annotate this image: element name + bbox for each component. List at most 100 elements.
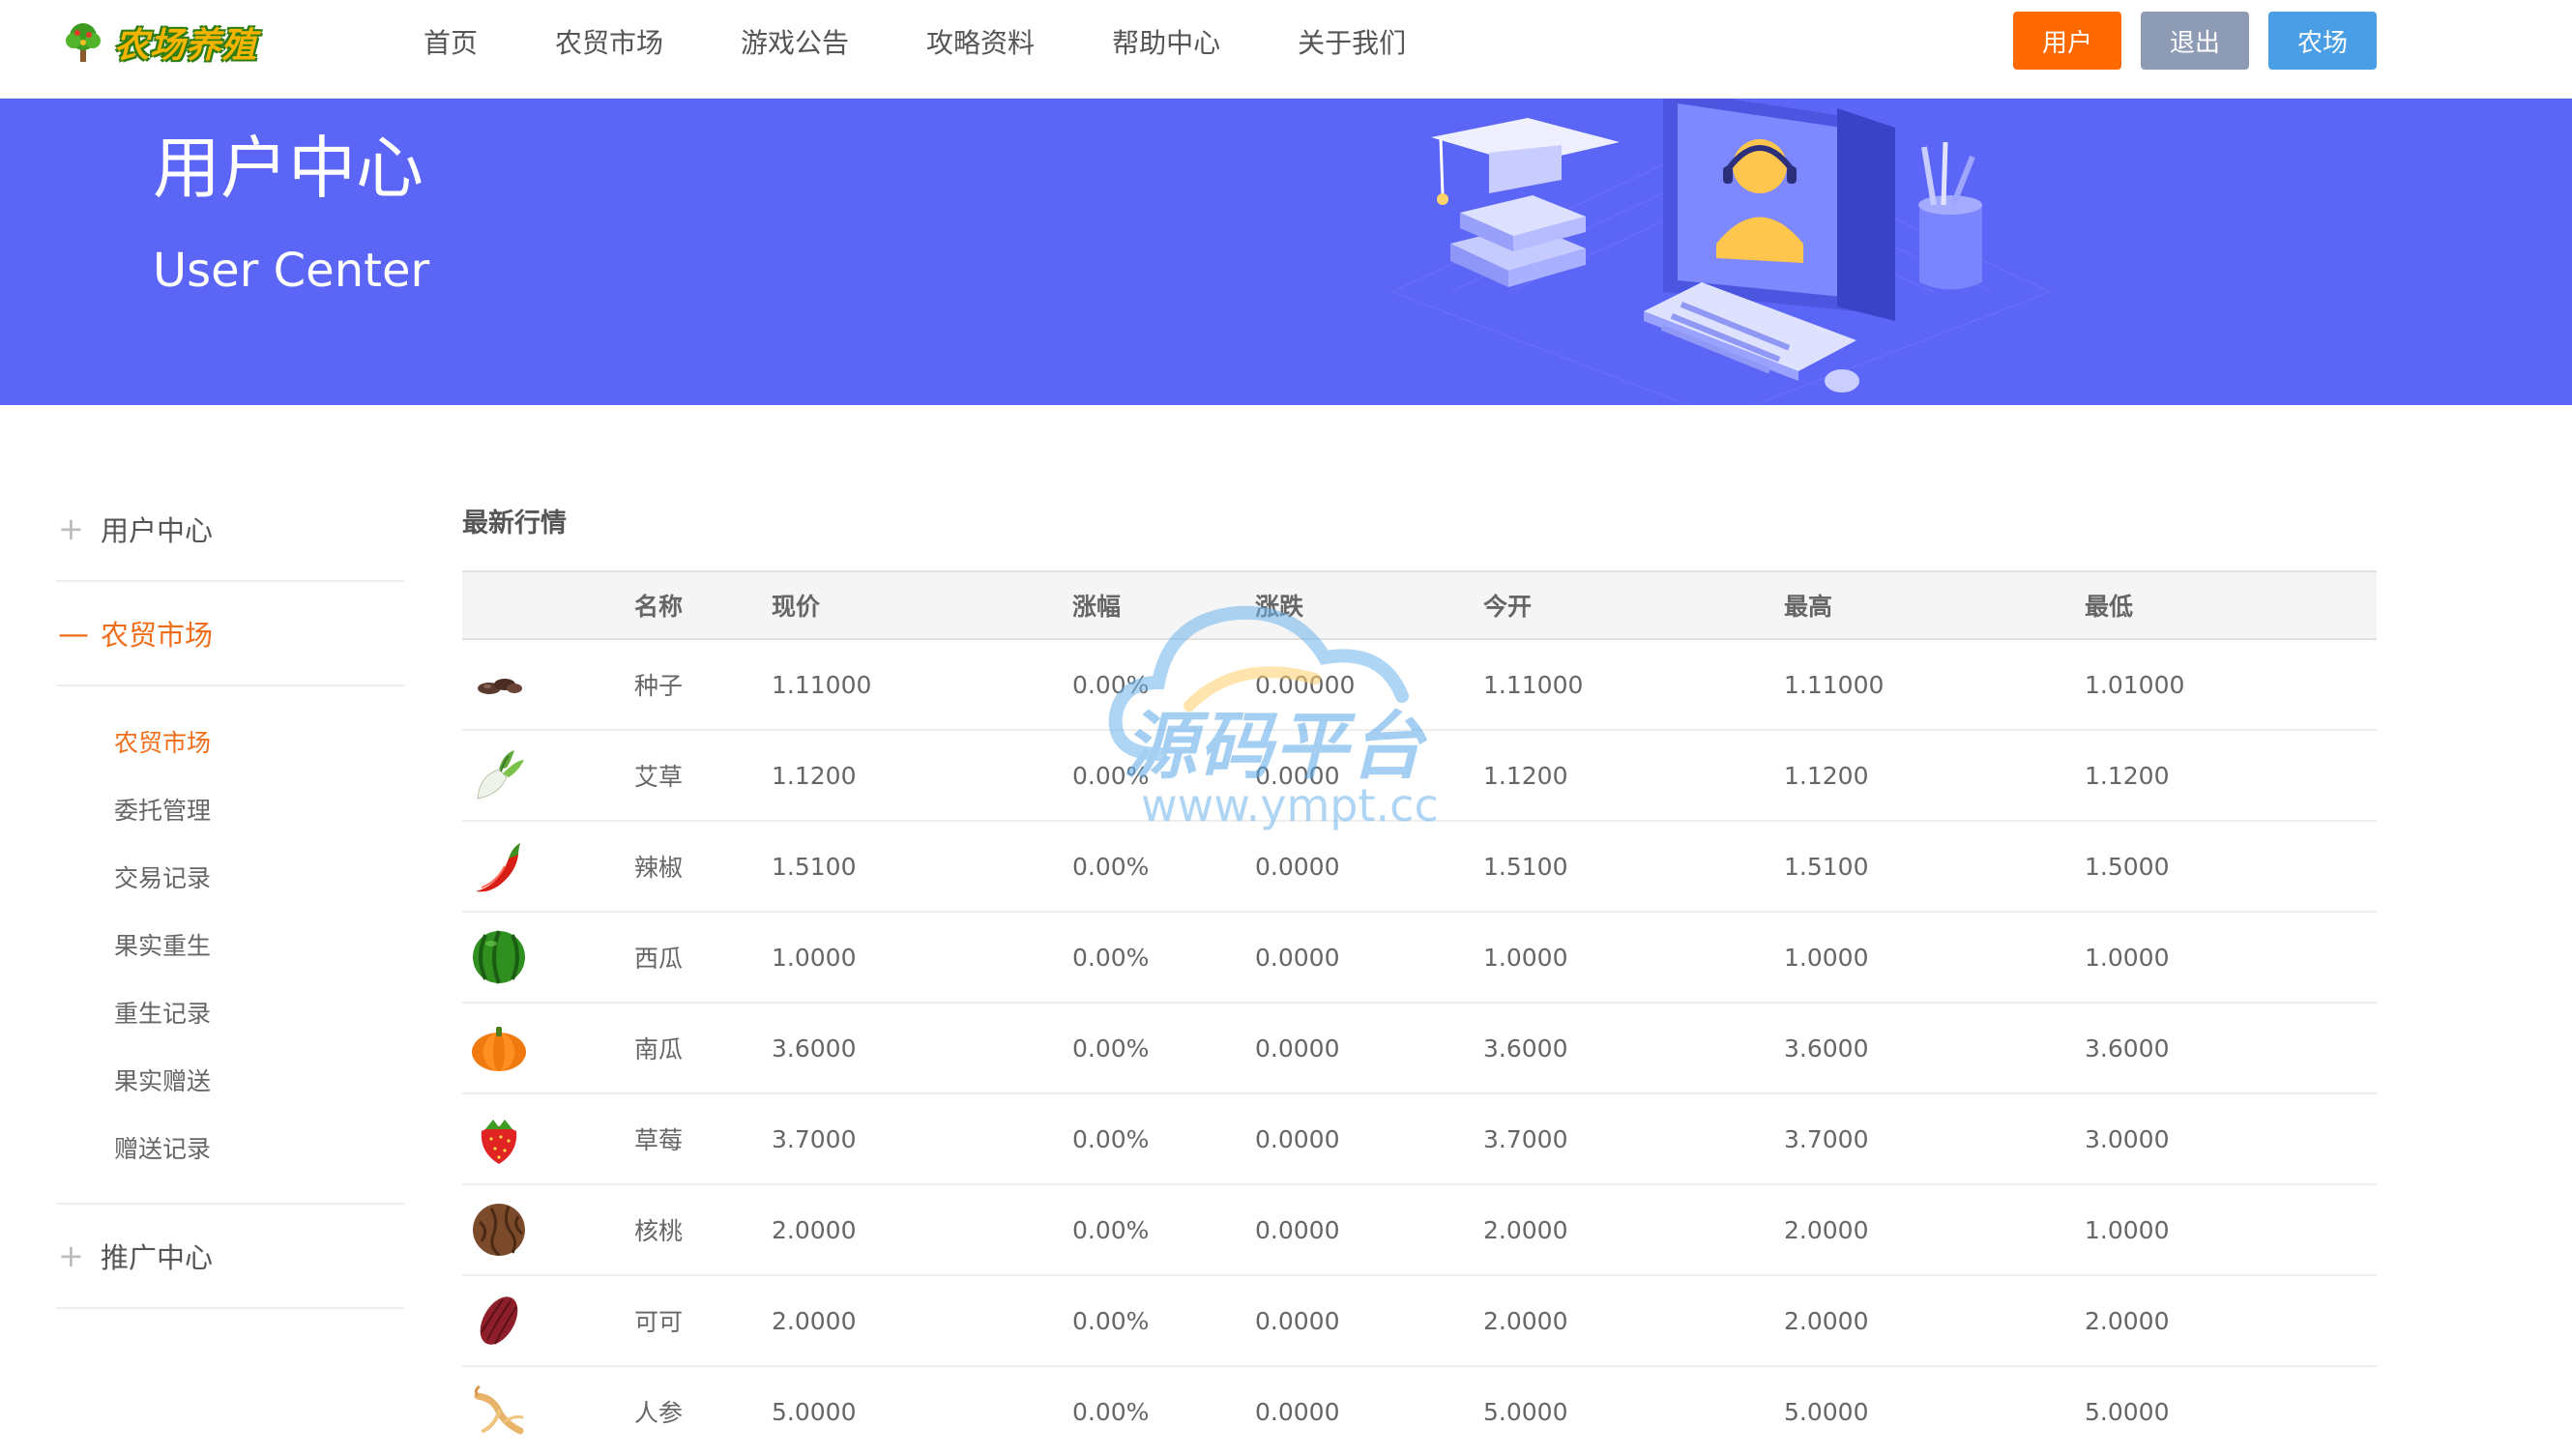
farm-button[interactable]: 农场 bbox=[2268, 12, 2377, 70]
cell-rate: 0.00% bbox=[1072, 639, 1255, 731]
cell-rate: 0.00% bbox=[1072, 1275, 1255, 1367]
chili-icon bbox=[476, 843, 520, 892]
table-row[interactable]: 艾草 1.1200 0.00% 0.0000 1.1200 1.1200 1.1… bbox=[462, 730, 2377, 822]
sidebar-group-user-center[interactable]: + 用户中心 bbox=[56, 478, 404, 582]
cell-low: 1.0000 bbox=[2085, 1184, 2377, 1276]
sidebar: + 用户中心 — 农贸市场 农贸市场 委托管理 交易记录 果实重生 重生记录 果… bbox=[56, 478, 404, 1309]
nav-about[interactable]: 关于我们 bbox=[1298, 22, 1406, 61]
computer-illustration-icon bbox=[1390, 99, 2052, 405]
sidebar-group-promotion[interactable]: + 推广中心 bbox=[56, 1205, 404, 1309]
nav-market[interactable]: 农贸市场 bbox=[555, 22, 663, 61]
sidebar-group-label: 用户中心 bbox=[101, 514, 214, 547]
banner-title: 用户中心 bbox=[153, 129, 424, 208]
col-rate: 涨幅 bbox=[1072, 593, 1122, 621]
cell-price: 3.6000 bbox=[772, 1003, 1072, 1094]
cell-price: 2.0000 bbox=[772, 1184, 1072, 1276]
cell-name: 西瓜 bbox=[634, 912, 772, 1004]
seed-icon bbox=[478, 679, 522, 694]
sidebar-group-label: 农贸市场 bbox=[101, 619, 214, 652]
cell-name: 南瓜 bbox=[634, 1003, 772, 1094]
pumpkin-icon bbox=[472, 1027, 526, 1071]
table-row[interactable]: 南瓜 3.6000 0.00% 0.0000 3.6000 3.6000 3.6… bbox=[462, 1003, 2377, 1094]
table-row[interactable]: 草莓 3.7000 0.00% 0.0000 3.7000 3.7000 3.0… bbox=[462, 1093, 2377, 1185]
cell-rate: 0.00% bbox=[1072, 1366, 1255, 1456]
cell-name: 人参 bbox=[634, 1366, 772, 1456]
cell-low: 1.5000 bbox=[2085, 821, 2377, 913]
top-header: 农场养殖 首页 农贸市场 游戏公告 攻略资料 帮助中心 关于我们 用户 退出 农… bbox=[0, 0, 2572, 99]
cell-low: 1.01000 bbox=[2085, 639, 2377, 731]
cell-price: 3.7000 bbox=[772, 1093, 1072, 1185]
sidebar-item-gift[interactable]: 果实赠送 bbox=[114, 1048, 404, 1116]
cell-rate: 0.00% bbox=[1072, 821, 1255, 913]
col-low: 最低 bbox=[2085, 593, 2134, 621]
col-high: 最高 bbox=[1784, 593, 1833, 621]
expand-icon: + bbox=[58, 1238, 84, 1274]
cell-low: 1.1200 bbox=[2085, 730, 2377, 822]
cell-open: 5.0000 bbox=[1483, 1366, 1784, 1456]
cell-price: 5.0000 bbox=[772, 1366, 1072, 1456]
sidebar-item-market[interactable]: 农贸市场 bbox=[114, 710, 404, 777]
col-open: 今开 bbox=[1483, 593, 1533, 621]
site-logo[interactable]: 农场养殖 bbox=[60, 14, 278, 72]
nav-announcements[interactable]: 游戏公告 bbox=[741, 22, 849, 61]
cell-price: 2.0000 bbox=[772, 1275, 1072, 1367]
col-name: 名称 bbox=[634, 593, 684, 621]
cell-low: 3.6000 bbox=[2085, 1003, 2377, 1094]
col-icon bbox=[462, 571, 634, 639]
expand-icon: + bbox=[58, 510, 84, 547]
nav-help[interactable]: 帮助中心 bbox=[1112, 22, 1220, 61]
cell-rate: 0.00% bbox=[1072, 1003, 1255, 1094]
cell-name: 可可 bbox=[634, 1275, 772, 1367]
sidebar-item-orders[interactable]: 委托管理 bbox=[114, 777, 404, 845]
cell-open: 2.0000 bbox=[1483, 1275, 1784, 1367]
cell-high: 2.0000 bbox=[1784, 1184, 2085, 1276]
watermelon-icon bbox=[473, 930, 525, 984]
table-row[interactable]: 核桃 2.0000 0.00% 0.0000 2.0000 2.0000 1.0… bbox=[462, 1184, 2377, 1276]
table-row[interactable]: 可可 2.0000 0.00% 0.0000 2.0000 2.0000 2.0… bbox=[462, 1275, 2377, 1367]
cell-high: 2.0000 bbox=[1784, 1275, 2085, 1367]
nav-guides[interactable]: 攻略资料 bbox=[926, 22, 1035, 61]
logout-button[interactable]: 退出 bbox=[2141, 12, 2249, 70]
cell-low: 3.0000 bbox=[2085, 1093, 2377, 1185]
page-banner: 用户中心 User Center bbox=[0, 99, 2572, 405]
cell-open: 1.0000 bbox=[1483, 912, 1784, 1004]
cell-open: 3.7000 bbox=[1483, 1093, 1784, 1185]
cell-low: 1.0000 bbox=[2085, 912, 2377, 1004]
cell-name: 草莓 bbox=[634, 1093, 772, 1185]
cell-open: 1.5100 bbox=[1483, 821, 1784, 913]
table-row[interactable]: 辣椒 1.5100 0.00% 0.0000 1.5100 1.5100 1.5… bbox=[462, 821, 2377, 913]
sidebar-item-rebirth-log[interactable]: 重生记录 bbox=[114, 980, 404, 1048]
user-button[interactable]: 用户 bbox=[2013, 12, 2121, 70]
cell-name: 核桃 bbox=[634, 1184, 772, 1276]
cell-low: 2.0000 bbox=[2085, 1275, 2377, 1367]
cell-price: 1.5100 bbox=[772, 821, 1072, 913]
cell-change: 0.0000 bbox=[1255, 1366, 1483, 1456]
table-row[interactable]: 西瓜 1.0000 0.00% 0.0000 1.0000 1.0000 1.0… bbox=[462, 912, 2377, 1004]
tree-icon bbox=[66, 23, 101, 62]
cell-open: 1.1200 bbox=[1483, 730, 1784, 822]
logo-text: 农场养殖 bbox=[114, 26, 258, 66]
sidebar-item-rebirth[interactable]: 果实重生 bbox=[114, 913, 404, 980]
cell-price: 1.0000 bbox=[772, 912, 1072, 1004]
sidebar-item-gift-log[interactable]: 赠送记录 bbox=[114, 1116, 404, 1183]
cell-change: 0.0000 bbox=[1255, 1184, 1483, 1276]
cell-price: 1.1200 bbox=[772, 730, 1072, 822]
sidebar-submenu: 农贸市场 委托管理 交易记录 果实重生 重生记录 果实赠送 赠送记录 bbox=[56, 686, 404, 1205]
col-price: 现价 bbox=[772, 593, 821, 621]
cell-change: 0.0000 bbox=[1255, 1003, 1483, 1094]
table-row[interactable]: 人参 5.0000 0.00% 0.0000 5.0000 5.0000 5.0… bbox=[462, 1366, 2377, 1456]
sidebar-item-trades[interactable]: 交易记录 bbox=[114, 845, 404, 913]
cell-price: 1.11000 bbox=[772, 639, 1072, 731]
market-table: 名称 现价 涨幅 涨跌 今开 最高 最低 种子 1.11000 0.00% 0.… bbox=[462, 570, 2377, 1456]
table-row[interactable]: 种子 1.11000 0.00% 0.00000 1.11000 1.11000… bbox=[462, 639, 2377, 731]
cell-name: 种子 bbox=[634, 639, 772, 731]
cell-name: 艾草 bbox=[634, 730, 772, 822]
cell-change: 0.0000 bbox=[1255, 730, 1483, 822]
col-change: 涨跌 bbox=[1255, 593, 1304, 621]
cell-change: 0.0000 bbox=[1255, 912, 1483, 1004]
nav-home[interactable]: 首页 bbox=[424, 22, 478, 61]
cell-change: 0.00000 bbox=[1255, 639, 1483, 731]
cell-rate: 0.00% bbox=[1072, 912, 1255, 1004]
sidebar-group-market[interactable]: — 农贸市场 bbox=[56, 582, 404, 686]
cell-name: 辣椒 bbox=[634, 821, 772, 913]
